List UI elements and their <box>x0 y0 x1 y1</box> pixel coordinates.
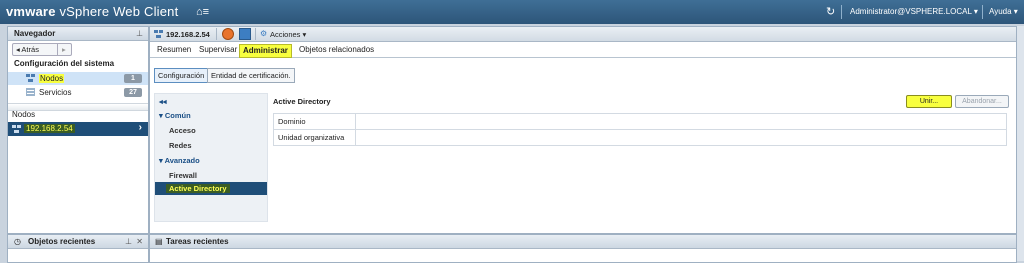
column-divider <box>355 114 356 129</box>
home-menu-icon[interactable]: ⌂≡ <box>196 6 209 18</box>
count-badge: 27 <box>124 88 142 97</box>
refresh-icon[interactable]: ↻ <box>826 5 835 18</box>
collapse-icon[interactable]: ◂◂ <box>159 97 167 106</box>
host-icon <box>154 30 163 38</box>
settings-nav: ◂◂ ▾ Común Acceso Redes ▾ Avanzado Firew… <box>154 93 268 222</box>
toolbar-divider <box>216 28 217 40</box>
pin-icon[interactable]: ⊥ <box>125 235 132 248</box>
section-avanzado[interactable]: ▾ Avanzado <box>159 156 200 165</box>
header-divider <box>982 5 983 19</box>
tab-administrar[interactable]: Administrar <box>239 44 292 58</box>
recent-objects-header: ◷ Objetos recientes ⊥ ✕ <box>8 235 148 249</box>
tab-bar: Resumen Supervisar Administrar Objetos r… <box>150 43 1016 58</box>
table-row: Unidad organizativa <box>274 130 1006 145</box>
navigator-panel: Navegador ⊥ ◂ Atrás ▸ Configuración del … <box>7 26 149 234</box>
subtab-entidad-certificacion[interactable]: Entidad de certificación. <box>207 68 295 83</box>
recent-tasks-panel: ▤ Tareas recientes <box>149 234 1017 263</box>
task-action-icon[interactable] <box>239 28 251 40</box>
actions-menu[interactable]: Acciones ▾ <box>270 30 306 39</box>
recent-objects-panel: ◷ Objetos recientes ⊥ ✕ <box>7 234 149 263</box>
help-menu[interactable]: Ayuda ▾ <box>989 7 1018 16</box>
leave-button[interactable]: Abandonar... <box>955 95 1009 108</box>
count-badge: 1 <box>124 74 142 83</box>
nodes-icon <box>26 74 35 82</box>
table-row: Dominio <box>274 114 1006 130</box>
node-label: 192.168.2.54 <box>24 124 75 133</box>
brand-label: vmware <box>6 4 56 19</box>
main-content: 192.168.2.54 ⚙ Acciones ▾ Resumen Superv… <box>149 26 1017 234</box>
nav-item-label: Active Directory <box>166 184 230 193</box>
product-title: vSphere Web Client <box>59 4 179 19</box>
top-header: vmware vSphere Web Client ⌂≡ ↻ Administr… <box>0 0 1024 24</box>
host-title: 192.168.2.54 <box>166 30 210 39</box>
nav-item-redes[interactable]: Redes <box>169 141 192 150</box>
forward-icon[interactable]: ▸ <box>62 44 66 55</box>
chevron-right-icon: › <box>138 122 142 133</box>
back-button[interactable]: ◂ Atrás ▸ <box>12 43 72 56</box>
sidebar-item-nodos[interactable]: Nodos 1 <box>8 72 148 85</box>
sidebar-item-label: Nodos <box>39 74 65 83</box>
row-label: Dominio <box>278 117 306 126</box>
settings-action-icon[interactable] <box>222 28 234 40</box>
tab-supervisar[interactable]: Supervisar <box>196 44 240 56</box>
nav-item-active-directory[interactable]: Active Directory <box>155 182 267 195</box>
navigator-title: Navegador <box>14 29 56 38</box>
section-title: Configuración del sistema <box>14 59 115 68</box>
nav-item-acceso[interactable]: Acceso <box>169 126 196 135</box>
object-toolbar: 192.168.2.54 ⚙ Acciones ▾ <box>150 27 1016 42</box>
sidebar-item-label: Servicios <box>39 88 72 97</box>
ad-properties-table: Dominio Unidad organizativa <box>273 113 1007 146</box>
back-label: ◂ Atrás <box>16 45 39 54</box>
nav-item-firewall[interactable]: Firewall <box>169 171 197 180</box>
node-icon <box>12 125 21 133</box>
services-icon <box>26 88 35 96</box>
section-comun[interactable]: ▾ Común <box>159 111 191 120</box>
user-menu[interactable]: Administrator@VSPHERE.LOCAL ▾ <box>850 7 978 16</box>
close-icon[interactable]: ✕ <box>136 235 143 248</box>
toolbar-divider <box>255 28 256 40</box>
join-button[interactable]: Unir... <box>906 95 952 108</box>
sidebar-item-servicios[interactable]: Servicios 27 <box>8 86 148 99</box>
tasks-icon: ▤ <box>155 237 163 246</box>
subtab-configuracion[interactable]: Configuración <box>154 68 209 83</box>
button-divider <box>57 44 58 55</box>
clock-icon: ◷ <box>14 237 21 246</box>
recent-tasks-header: ▤ Tareas recientes <box>150 235 1016 249</box>
panel-title: Active Directory <box>273 97 331 106</box>
tab-resumen[interactable]: Resumen <box>154 44 194 56</box>
header-divider <box>841 5 842 19</box>
node-item-selected[interactable]: 192.168.2.54 › <box>8 122 148 136</box>
gear-icon: ⚙ <box>260 29 268 38</box>
right-collapsed-panel[interactable] <box>1017 26 1024 261</box>
tab-objetos-relacionados[interactable]: Objetos relacionados <box>296 44 377 56</box>
navigator-header: Navegador ⊥ <box>8 27 148 41</box>
row-label: Unidad organizativa <box>278 133 345 142</box>
recent-objects-title: Objetos recientes <box>28 237 96 246</box>
column-divider <box>355 130 356 145</box>
app-logo: vmware vSphere Web Client <box>6 4 178 19</box>
nodes-list-header: Nodos <box>12 110 36 119</box>
recent-tasks-title: Tareas recientes <box>166 237 229 246</box>
pin-icon[interactable]: ⊥ <box>136 27 143 40</box>
